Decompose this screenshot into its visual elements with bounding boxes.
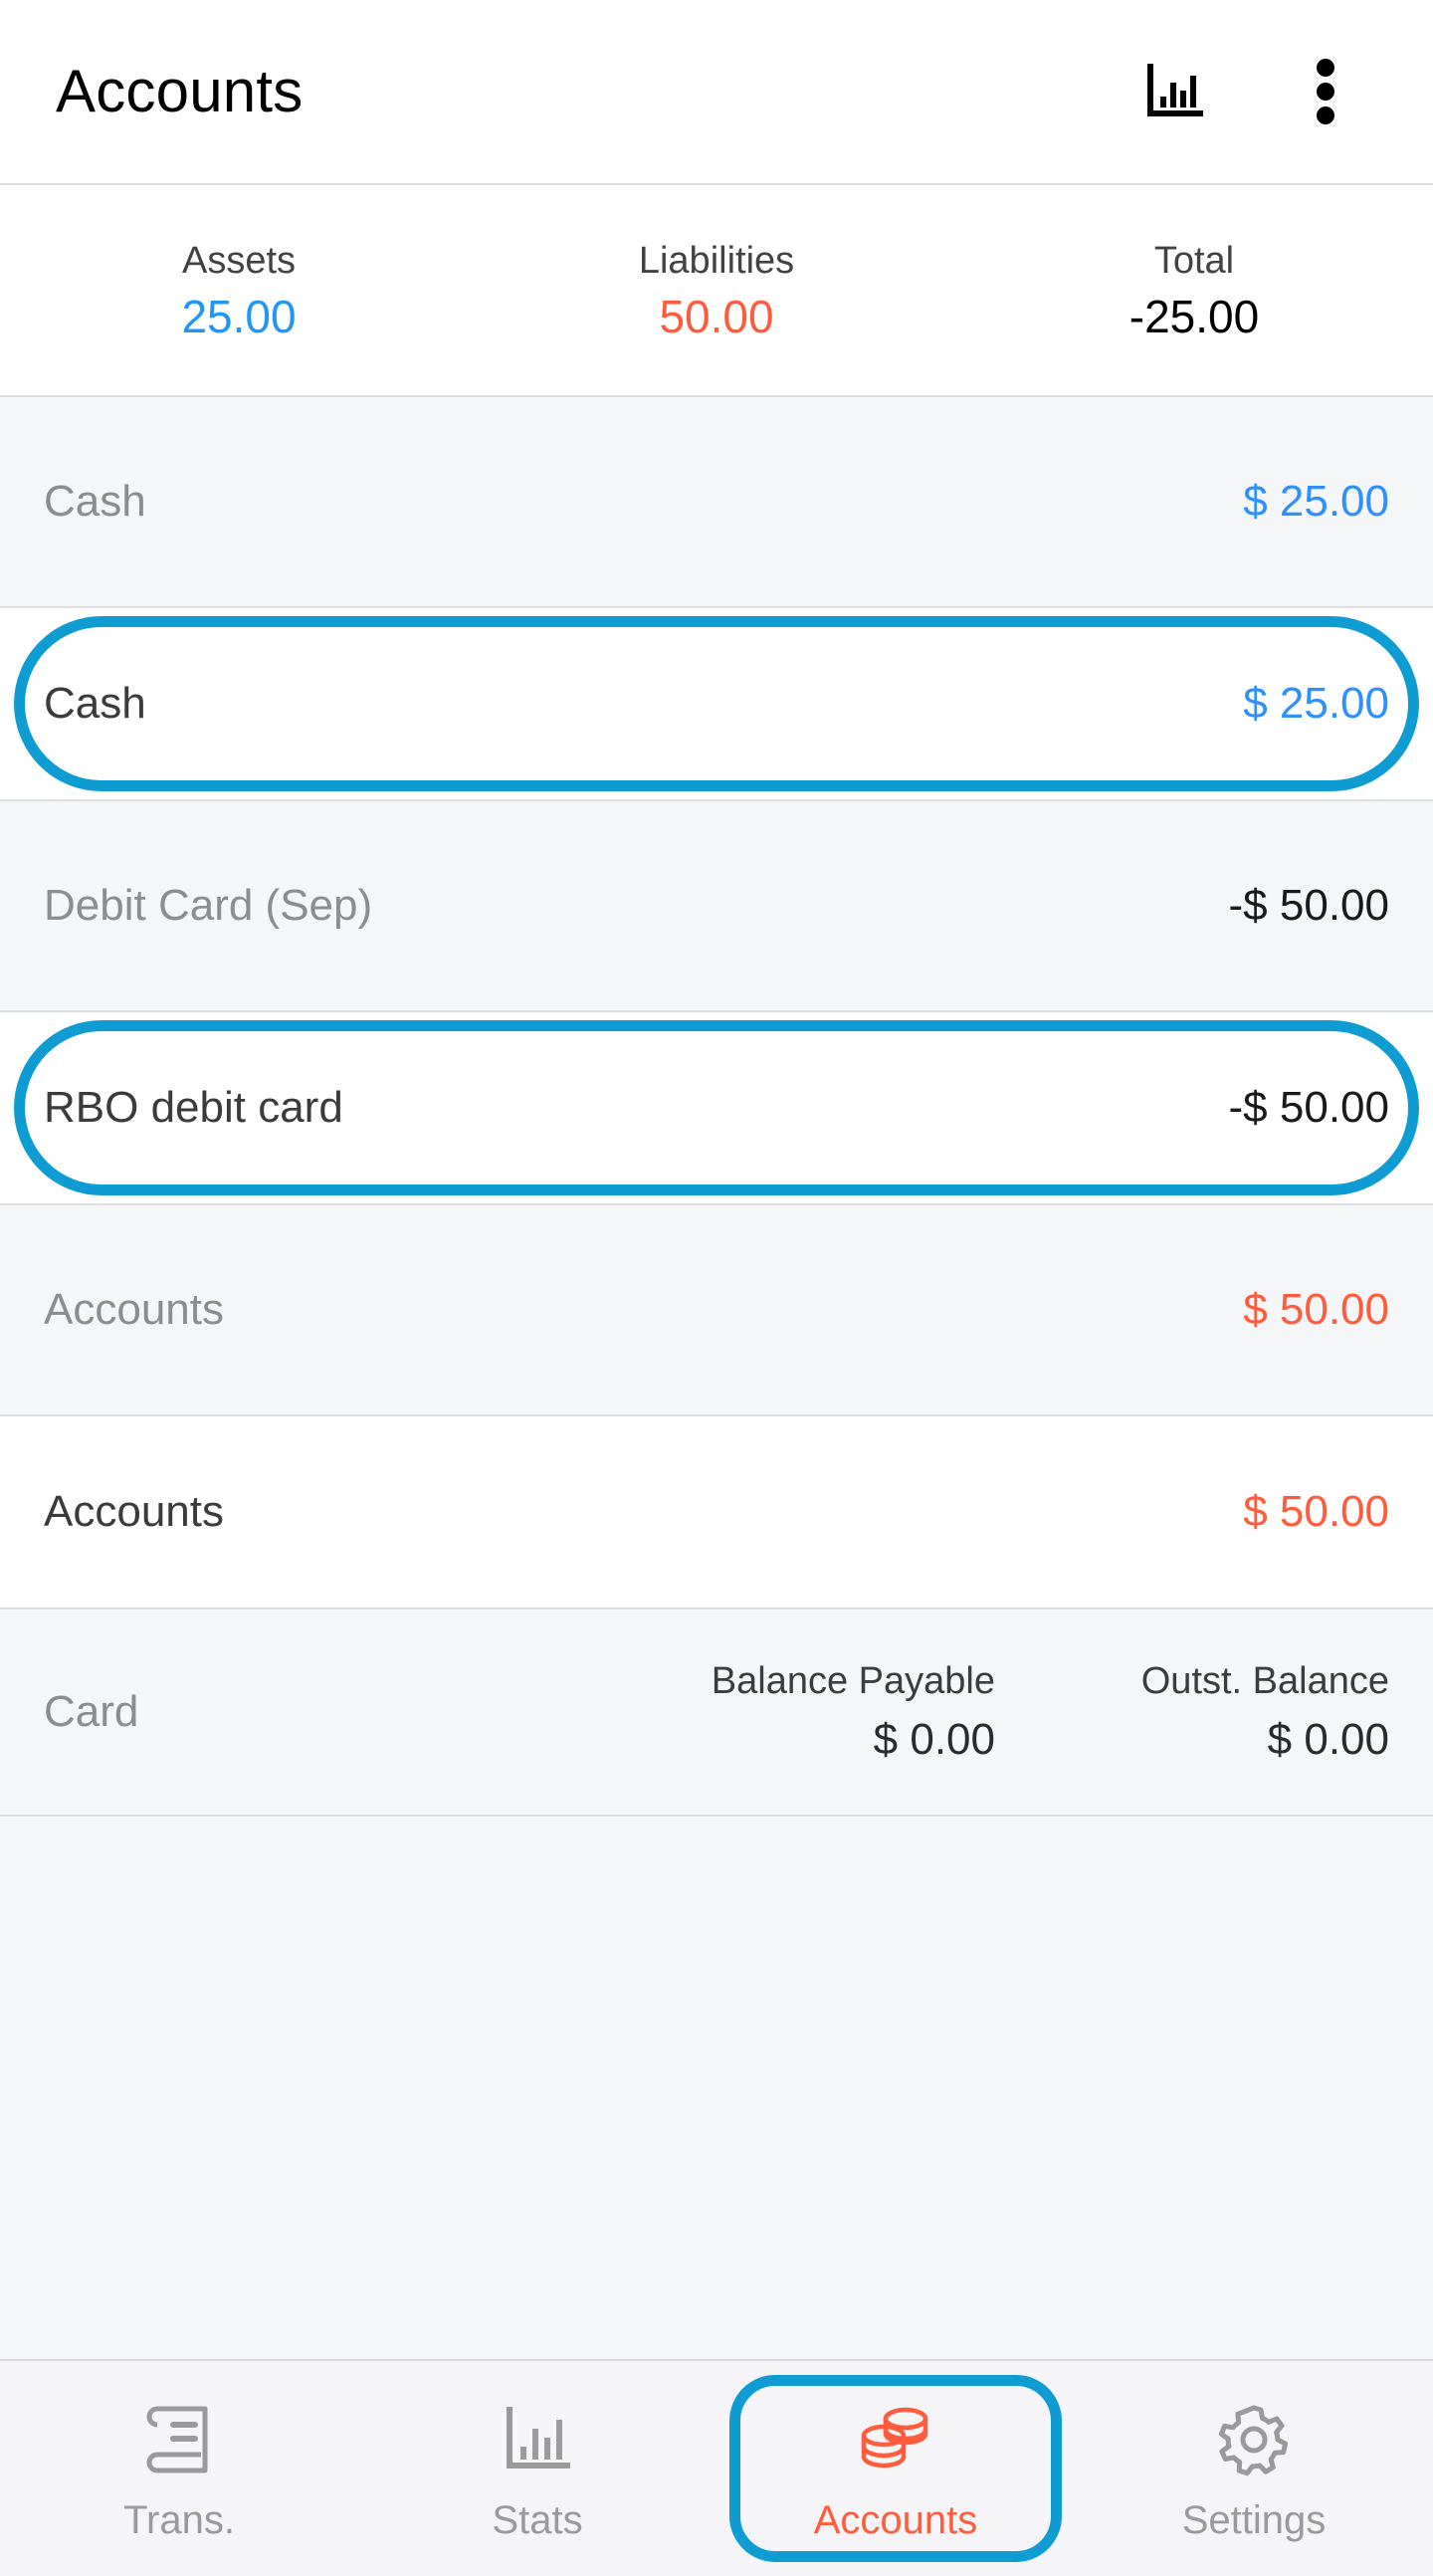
account-amount: $ 25.00 bbox=[1243, 679, 1389, 728]
account-amount: -$ 50.00 bbox=[1228, 1083, 1389, 1132]
card-column-header: Balance Payable bbox=[711, 1660, 995, 1702]
card-label: Card bbox=[44, 1687, 139, 1736]
app-root: Accounts Assets 25.00 Liabilities 50.00 … bbox=[0, 0, 1433, 2576]
summary-value-assets: 25.00 bbox=[181, 290, 297, 342]
table-row[interactable]: Debit Card (Sep) -$ 50.00 bbox=[0, 801, 1433, 1012]
summary-value-liabilities: 50.00 bbox=[659, 290, 774, 342]
bottom-navigation: Trans. Stats Accounts Settings bbox=[0, 2359, 1433, 2576]
nav-item-accounts[interactable]: Accounts bbox=[716, 2361, 1075, 2576]
summary-label-liabilities: Liabilities bbox=[638, 239, 795, 282]
page-title: Accounts bbox=[56, 58, 304, 124]
account-amount: $ 25.00 bbox=[1243, 477, 1389, 526]
account-amount: $ 50.00 bbox=[1243, 1487, 1389, 1536]
card-column-header: Outst. Balance bbox=[1140, 1660, 1389, 1702]
table-row[interactable]: Cash $ 25.00 bbox=[0, 608, 1433, 801]
summary-value-total: -25.00 bbox=[1128, 290, 1260, 342]
card-column-value: $ 0.00 bbox=[1267, 1715, 1389, 1764]
account-name: RBO debit card bbox=[44, 1083, 343, 1132]
nav-item-stats[interactable]: Stats bbox=[358, 2361, 716, 2576]
summary-cell-total: Total -25.00 bbox=[955, 242, 1433, 339]
app-bar: Accounts bbox=[0, 0, 1433, 185]
account-amount: -$ 50.00 bbox=[1228, 881, 1389, 930]
nav-label-settings: Settings bbox=[1181, 2498, 1327, 2542]
bar-chart-icon[interactable] bbox=[1136, 54, 1212, 129]
nav-label-stats: Stats bbox=[492, 2498, 583, 2542]
account-amount: $ 50.00 bbox=[1243, 1285, 1389, 1334]
bar-chart-icon bbox=[495, 2397, 580, 2482]
table-row[interactable]: RBO debit card -$ 50.00 bbox=[0, 1012, 1433, 1205]
nav-label-accounts: Accounts bbox=[813, 2498, 978, 2542]
account-name: Debit Card (Sep) bbox=[44, 881, 373, 930]
table-row[interactable]: Accounts $ 50.00 bbox=[0, 1416, 1433, 1610]
account-name: Cash bbox=[44, 679, 146, 728]
card-column-balance-payable: Balance Payable $ 0.00 bbox=[657, 1662, 995, 1762]
summary-strip: Assets 25.00 Liabilities 50.00 Total -25… bbox=[0, 185, 1433, 397]
card-column-value: $ 0.00 bbox=[873, 1715, 995, 1764]
summary-cell-assets: Assets 25.00 bbox=[0, 242, 478, 339]
more-vertical-icon[interactable] bbox=[1288, 54, 1363, 129]
card-columns: Balance Payable $ 0.00 Outst. Balance $ … bbox=[372, 1662, 1389, 1762]
summary-label-assets: Assets bbox=[181, 239, 297, 282]
table-row[interactable]: Accounts $ 50.00 bbox=[0, 1205, 1433, 1416]
accounts-list[interactable]: Cash $ 25.00 Cash $ 25.00 Debit Card (Se… bbox=[0, 397, 1433, 2359]
card-column-outstanding-balance: Outst. Balance $ 0.00 bbox=[1051, 1662, 1389, 1762]
card-summary-row[interactable]: Card Balance Payable $ 0.00 Outst. Balan… bbox=[0, 1610, 1433, 1817]
nav-item-transactions[interactable]: Trans. bbox=[0, 2361, 358, 2576]
summary-label-total: Total bbox=[1153, 239, 1235, 282]
gear-icon bbox=[1211, 2397, 1297, 2482]
nav-label-transactions: Trans. bbox=[123, 2498, 235, 2542]
nav-item-settings[interactable]: Settings bbox=[1075, 2361, 1433, 2576]
coins-stack-icon bbox=[853, 2397, 938, 2482]
app-bar-actions bbox=[1136, 54, 1387, 129]
account-name: Accounts bbox=[44, 1285, 224, 1334]
summary-cell-liabilities: Liabilities 50.00 bbox=[478, 242, 955, 339]
list-empty-space bbox=[0, 1817, 1433, 2359]
ledger-book-icon bbox=[136, 2397, 222, 2482]
table-row[interactable]: Cash $ 25.00 bbox=[0, 397, 1433, 608]
account-name: Accounts bbox=[44, 1487, 224, 1536]
account-name: Cash bbox=[44, 477, 146, 526]
